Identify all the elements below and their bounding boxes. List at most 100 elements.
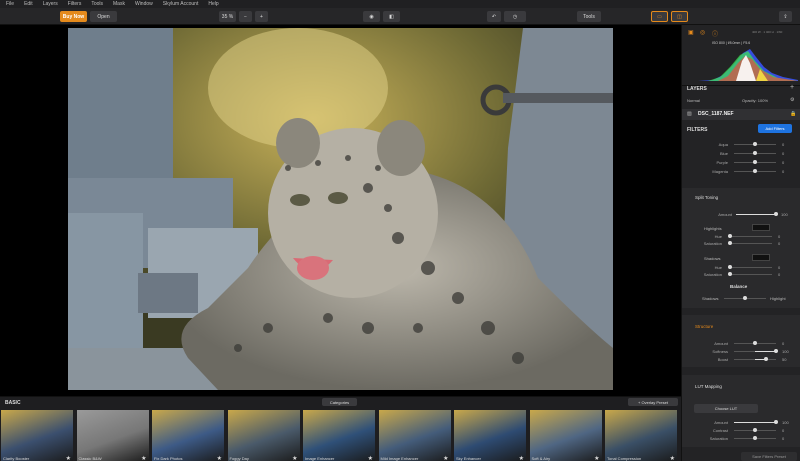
panels-toggle-icon[interactable]: ◫ xyxy=(671,11,688,22)
layer-opacity[interactable]: Opacity: 100% xyxy=(742,98,768,103)
favorite-star-icon[interactable]: ★ xyxy=(519,455,524,461)
lut-knob-2[interactable] xyxy=(753,436,757,440)
undo-icon[interactable]: ↶ xyxy=(487,11,501,22)
s-sat-value: 0 xyxy=(778,272,781,277)
s-sat-knob[interactable] xyxy=(728,272,732,276)
h-sat-knob[interactable] xyxy=(728,241,732,245)
hsl-label-2: Purple xyxy=(716,160,728,165)
layers-icon[interactable]: ▣ xyxy=(688,29,694,36)
s-hue-label: Hue xyxy=(714,265,722,270)
hsl-label-1: Blue xyxy=(719,151,728,156)
tools-button[interactable]: Tools xyxy=(577,11,601,22)
s-hue-knob[interactable] xyxy=(728,265,732,269)
blend-mode-select[interactable]: Normal xyxy=(687,98,700,103)
preset-thumb-1[interactable]: Classic B&W ★ xyxy=(76,410,149,461)
filmstrip-toggle-icon[interactable]: ▭ xyxy=(651,11,668,22)
favorite-star-icon[interactable]: ★ xyxy=(141,455,146,461)
preset-thumb-2[interactable]: Fix Dark Photos ★ xyxy=(152,410,224,461)
zoom-out-button[interactable]: − xyxy=(239,11,252,22)
preset-thumb-0[interactable]: Clarity Booster ★ xyxy=(1,410,73,461)
menu-layers[interactable]: Layers xyxy=(43,1,58,7)
layers-title: LAYERS xyxy=(687,86,707,92)
history-icon[interactable]: ◷ xyxy=(504,11,526,22)
categories-button[interactable]: Categories xyxy=(322,398,357,406)
open-button[interactable]: Open xyxy=(90,11,117,22)
favorite-star-icon[interactable]: ★ xyxy=(66,455,71,461)
preset-thumb-6[interactable]: Sky Enhancer ★ xyxy=(454,410,526,461)
menu-window[interactable]: Window xyxy=(135,1,153,7)
info-icon[interactable]: ⓘ xyxy=(712,29,718,38)
choose-lut-select[interactable]: Choose LUT xyxy=(694,404,758,413)
preset-thumb-4[interactable]: Image Enhancer ★ xyxy=(303,410,375,461)
lut-knob-0[interactable] xyxy=(774,420,778,424)
s-sat-slider[interactable] xyxy=(728,274,772,275)
favorite-star-icon[interactable]: ★ xyxy=(594,455,599,461)
lut-title[interactable]: LUT Mapping xyxy=(695,384,722,389)
st-amount-label: Amount xyxy=(718,212,732,217)
menu-tools[interactable]: Tools xyxy=(91,1,103,7)
favorite-star-icon[interactable]: ★ xyxy=(443,455,448,461)
lut-knob-1[interactable] xyxy=(753,428,757,432)
shadows-label: Shadows xyxy=(704,256,721,261)
hsl-knob-2[interactable] xyxy=(753,160,757,164)
preset-thumb-8[interactable]: Tonal Compression ★ xyxy=(605,410,677,461)
preset-thumb-3[interactable]: Foggy Day ★ xyxy=(227,410,300,461)
preset-name-3: Foggy Day xyxy=(229,456,249,461)
st-amount-knob[interactable] xyxy=(774,212,778,216)
hsl-knob-0[interactable] xyxy=(753,142,757,146)
histogram xyxy=(698,47,798,81)
hsl-value-2: 0 xyxy=(782,160,785,165)
menu-help[interactable]: Help xyxy=(208,1,218,7)
overlay-preset-button[interactable]: + Overlay Preset xyxy=(628,398,678,406)
presets-strip: BASIC Categories + Overlay Preset Clarit… xyxy=(0,396,681,461)
menu-bar: File Edit Layers Filters Tools Mask Wind… xyxy=(0,0,800,8)
h-hue-knob[interactable] xyxy=(728,234,732,238)
preset-thumb-5[interactable]: Mild Image Enhancer ★ xyxy=(378,410,451,461)
add-filters-button[interactable]: Add Filters xyxy=(758,124,792,133)
menu-skylum-account[interactable]: Skylum Account xyxy=(163,1,199,7)
favorite-star-icon[interactable]: ★ xyxy=(217,455,222,461)
structure-knob-0[interactable] xyxy=(753,341,757,345)
lock-icon[interactable]: 🔒 xyxy=(790,111,796,117)
highlights-color-swatch[interactable] xyxy=(752,224,770,231)
structure-knob-1[interactable] xyxy=(774,349,778,353)
structure-title[interactable]: Structure xyxy=(695,324,713,329)
hsl-knob-1[interactable] xyxy=(753,151,757,155)
h-hue-slider[interactable] xyxy=(728,236,772,237)
eye-icon[interactable]: ◉ xyxy=(363,11,380,22)
menu-file[interactable]: File xyxy=(6,1,14,7)
balance-knob[interactable] xyxy=(743,296,747,300)
lut-value-0: 100 xyxy=(782,420,789,425)
split-toning-section xyxy=(682,188,800,308)
zoom-select[interactable]: 35 % xyxy=(219,11,236,22)
st-amount-fill xyxy=(736,214,776,215)
adjust-icon[interactable]: ◎ xyxy=(700,29,705,36)
s-hue-slider[interactable] xyxy=(728,267,772,268)
buy-now-button[interactable]: Buy Now xyxy=(60,11,87,22)
favorite-star-icon[interactable]: ★ xyxy=(292,455,297,461)
favorite-star-icon[interactable]: ★ xyxy=(368,455,373,461)
hsl-value-0: 0 xyxy=(782,142,785,147)
split-toning-title[interactable]: Split Toning xyxy=(695,195,718,200)
highlights-label: Highlights xyxy=(704,226,722,231)
lut-fill-0 xyxy=(734,422,776,423)
h-sat-slider[interactable] xyxy=(728,243,772,244)
save-filters-preset-button[interactable]: Save Filters Preset xyxy=(741,452,797,461)
compare-icon[interactable]: ◧ xyxy=(383,11,400,22)
menu-filters[interactable]: Filters xyxy=(68,1,82,7)
add-layer-button[interactable]: + xyxy=(790,84,794,91)
structure-knob-2[interactable] xyxy=(763,357,768,361)
menu-edit[interactable]: Edit xyxy=(24,1,33,7)
layer-file-name: DSC_1187.NEF xyxy=(698,111,734,117)
zoom-in-button[interactable]: + xyxy=(255,11,268,22)
hsl-knob-3[interactable] xyxy=(753,169,757,173)
hsl-label-0: Aqua xyxy=(718,142,728,147)
preset-thumb-7[interactable]: Soft & Airy ★ xyxy=(529,410,602,461)
shadows-color-swatch[interactable] xyxy=(752,254,770,261)
menu-mask[interactable]: Mask xyxy=(113,1,125,7)
favorite-star-icon[interactable]: ★ xyxy=(670,455,675,461)
lut-label-1: Contrast xyxy=(712,428,728,433)
image-canvas[interactable] xyxy=(0,25,681,396)
gear-icon[interactable]: ⚙ xyxy=(790,97,794,103)
share-icon[interactable]: ⇪ xyxy=(779,11,792,22)
